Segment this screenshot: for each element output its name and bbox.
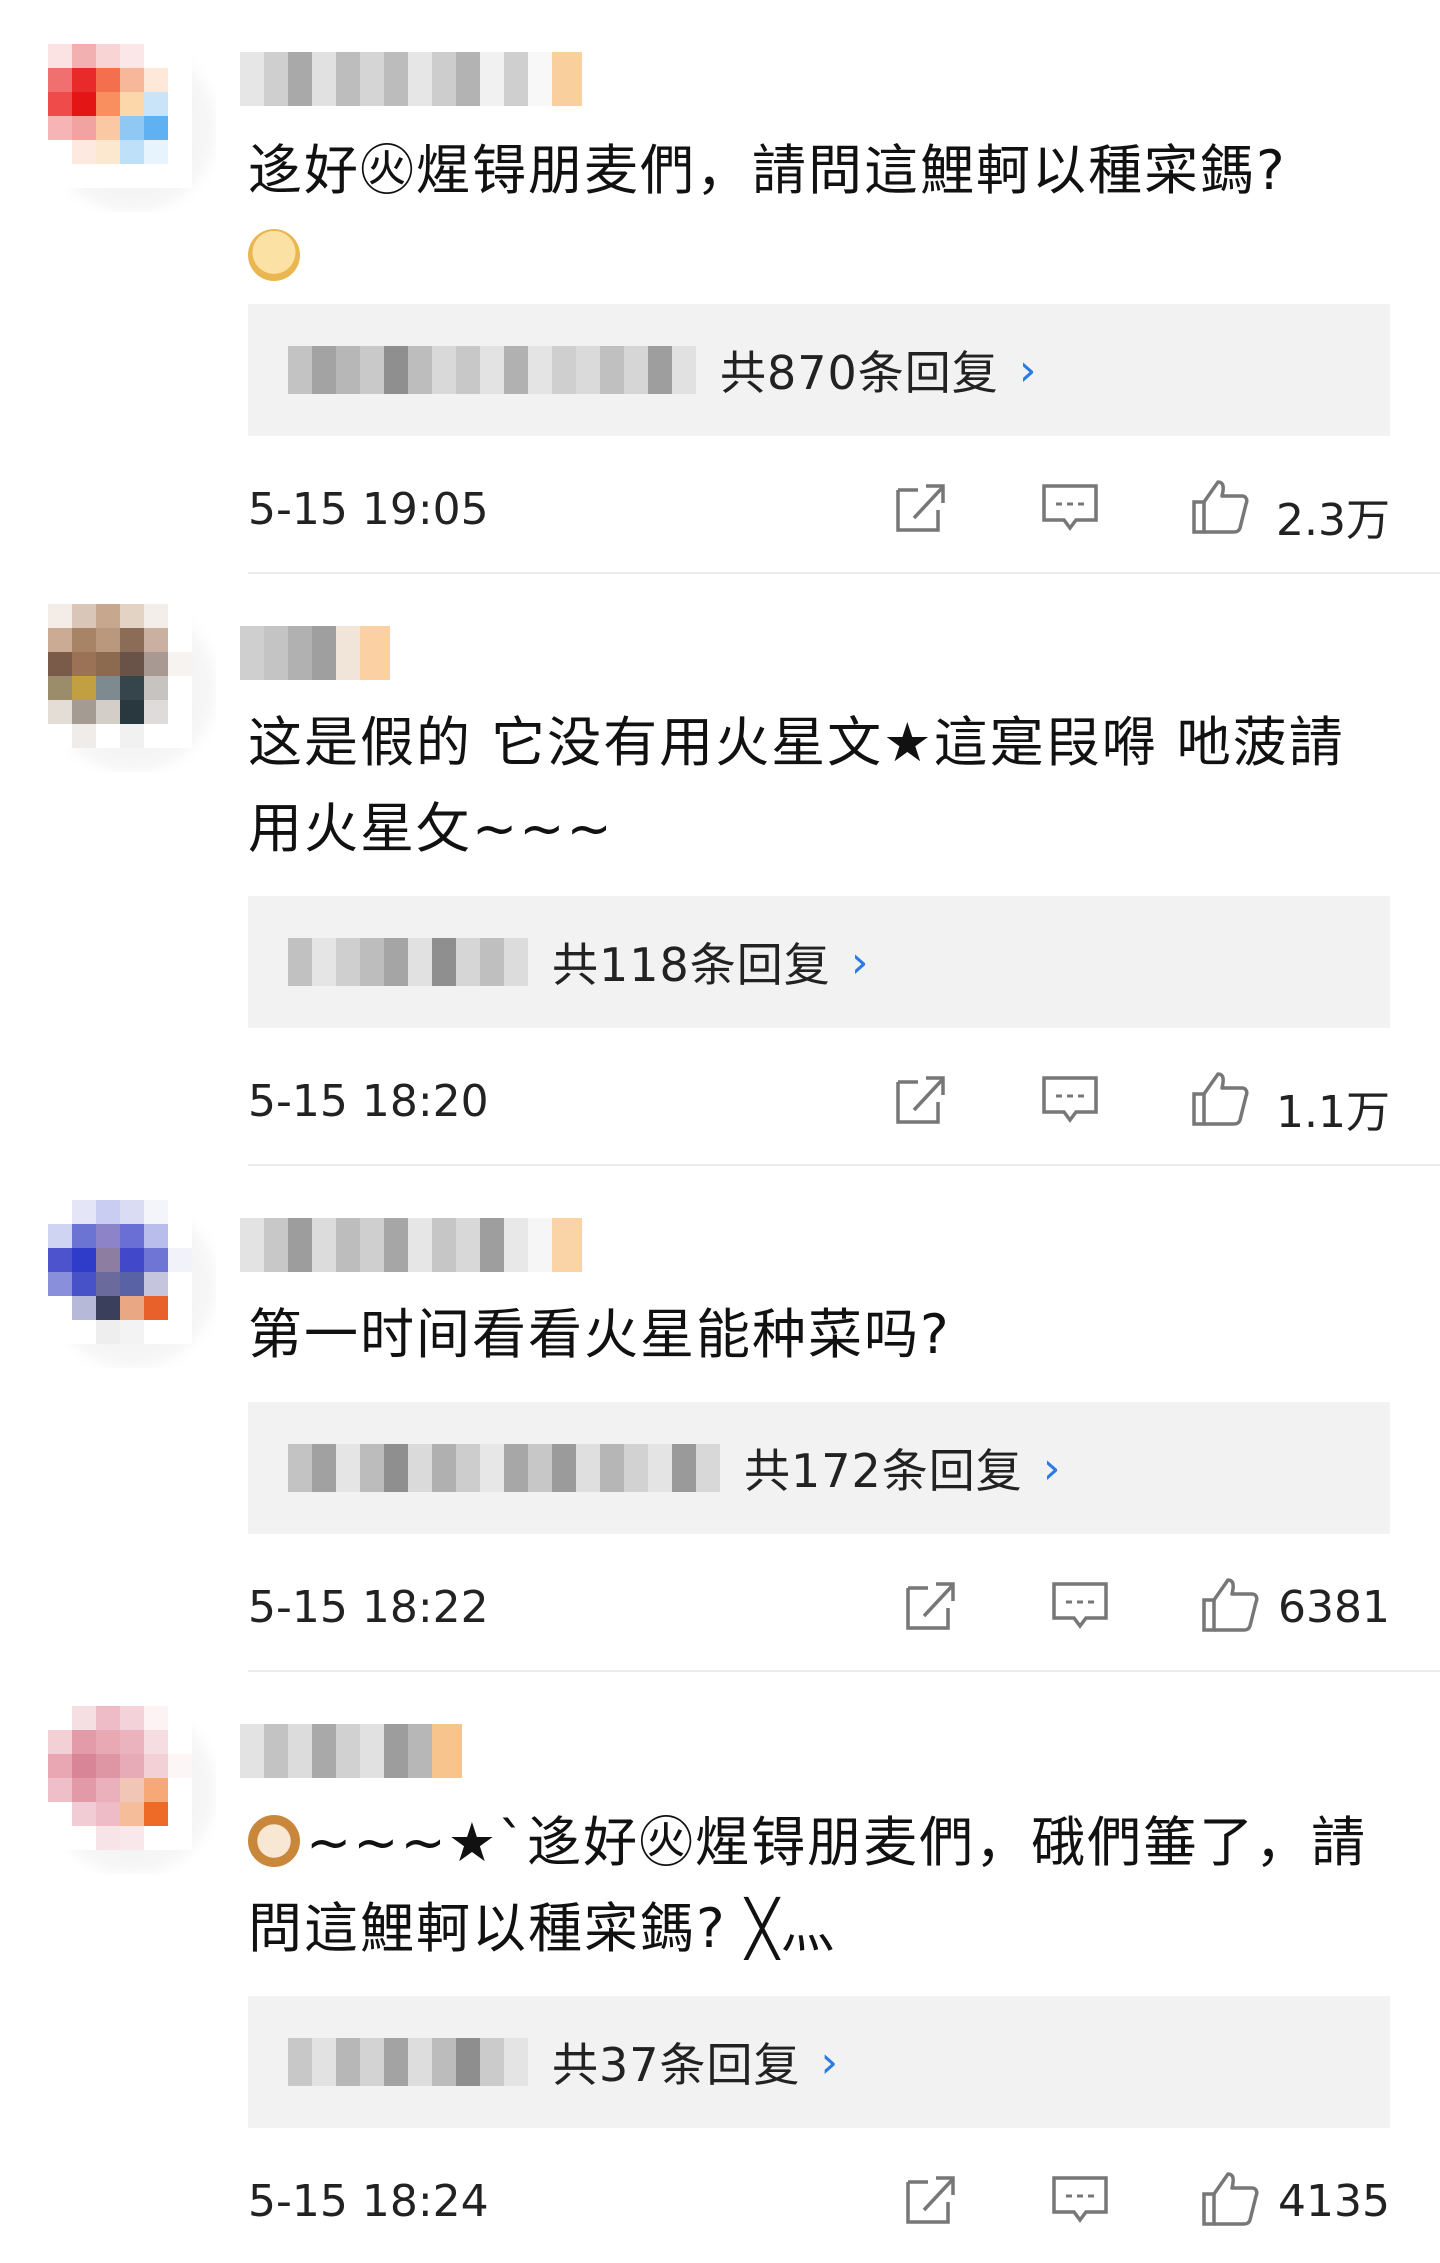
reply-preview-blurred <box>288 1444 720 1492</box>
chevron-right-icon[interactable]: › <box>821 2037 839 2088</box>
comment-text-body: ~~~★`迻好㊋煋锝朋麦們，硪們箠了，請問這鯉軻以種寀鎷? ╳灬 <box>248 1811 1368 1960</box>
share-icon[interactable] <box>898 1572 962 1636</box>
share-icon[interactable] <box>898 2166 962 2230</box>
comment-time: 5-15 18:20 <box>248 1076 489 1127</box>
thumbs-up-icon[interactable] <box>1198 2166 1262 2230</box>
comment-text: ~~~★`迻好㊋煋锝朋麦們，硪們箠了，請問這鯉軻以種寀鎷? ╳灬 <box>248 1800 1388 1972</box>
reply-count[interactable]: 共37条回复 <box>552 2029 801 2095</box>
doge-emoji-icon <box>248 229 300 281</box>
comment-text: 迻好㊋煋锝朋麦們，請問這鯉軻以種寀鎷? <box>248 128 1388 300</box>
divider <box>248 1670 1440 1672</box>
comment-text-body: 第一时间看看火星能种菜吗? <box>248 1303 951 1366</box>
comment-icon[interactable] <box>1038 1066 1102 1130</box>
comment-text: 第一时间看看火星能种菜吗? <box>248 1292 1388 1378</box>
like-count: 4135 <box>1278 2176 1390 2227</box>
chevron-right-icon[interactable]: › <box>1019 345 1037 396</box>
reply-preview-blurred <box>288 346 696 394</box>
comment-text: 这是假的 它没有用火星文★這寔叚嘚 吔菠請用火星攵~~~ <box>248 700 1388 872</box>
reply-summary[interactable]: 共870条回复 › <box>248 304 1390 436</box>
divider <box>248 1164 1440 1166</box>
reply-preview-blurred <box>288 2038 528 2086</box>
comment-meta: 5-15 18:20 1.1万 <box>248 1066 1390 1138</box>
avatar[interactable] <box>48 604 216 772</box>
comment-icon[interactable] <box>1038 474 1102 538</box>
reply-count[interactable]: 共172条回复 <box>744 1435 1023 1501</box>
avatar[interactable] <box>48 1706 216 1874</box>
username-blurred[interactable] <box>240 1218 582 1272</box>
username-blurred[interactable] <box>240 1724 462 1778</box>
chevron-right-icon[interactable]: › <box>1043 1443 1061 1494</box>
comment-time: 5-15 18:22 <box>248 1582 489 1633</box>
reply-count[interactable]: 共118条回复 <box>552 929 831 995</box>
avatar[interactable] <box>48 44 216 212</box>
comment-icon[interactable] <box>1048 2166 1112 2230</box>
divider <box>248 572 1440 574</box>
reply-count[interactable]: 共870条回复 <box>720 337 999 403</box>
thumbs-up-icon[interactable] <box>1188 1066 1252 1130</box>
cat-emoji-icon <box>248 1815 300 1867</box>
like-count: 6381 <box>1278 1582 1390 1633</box>
reply-summary[interactable]: 共172条回复 › <box>248 1402 1390 1534</box>
reply-preview-blurred <box>288 938 528 986</box>
comment-time: 5-15 18:24 <box>248 2176 489 2227</box>
share-icon[interactable] <box>888 1066 952 1130</box>
share-icon[interactable] <box>888 474 952 538</box>
comment-meta: 5-15 18:22 6381 <box>248 1572 1390 1642</box>
comment-meta: 5-15 19:05 2.3万 <box>248 474 1390 546</box>
comment-meta: 5-15 18:24 4135 <box>248 2166 1390 2236</box>
comment-text-body: 这是假的 它没有用火星文★這寔叚嘚 吔菠請用火星攵~~~ <box>248 711 1345 860</box>
chevron-right-icon[interactable]: › <box>851 937 869 988</box>
comment-time: 5-15 19:05 <box>248 484 489 535</box>
avatar[interactable] <box>48 1200 216 1368</box>
comment-text-body: 迻好㊋煋锝朋麦們，請問這鯉軻以種寀鎷? <box>248 139 1287 202</box>
like-count: 2.3万 <box>1276 495 1390 546</box>
like-count: 1.1万 <box>1276 1087 1390 1138</box>
thumbs-up-icon[interactable] <box>1198 1572 1262 1636</box>
comment-icon[interactable] <box>1048 1572 1112 1636</box>
username-blurred[interactable] <box>240 52 582 106</box>
thumbs-up-icon[interactable] <box>1188 474 1252 538</box>
reply-summary[interactable]: 共118条回复 › <box>248 896 1390 1028</box>
reply-summary[interactable]: 共37条回复 › <box>248 1996 1390 2128</box>
username-blurred[interactable] <box>240 626 390 680</box>
